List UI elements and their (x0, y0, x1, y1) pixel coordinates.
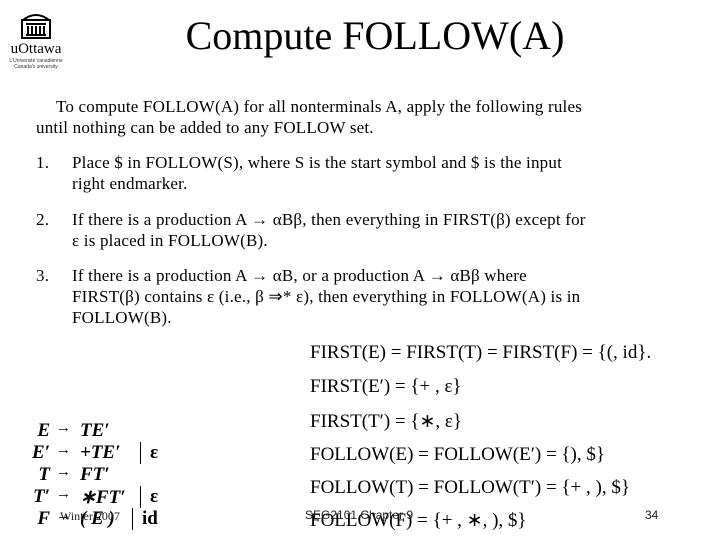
set-equation: FOLLOW(T) = FOLLOW(T′) = {+ , ), $} (310, 477, 630, 498)
rule-number: 3. (36, 266, 50, 285)
arrow-icon: → (56, 442, 71, 458)
production-rhs: TE′ (80, 420, 110, 441)
production-rhs: +TE′ (80, 442, 121, 463)
slide-title: Compute FOLLOW(A) (185, 13, 565, 58)
production-alt: id (142, 508, 158, 529)
rule-line: right endmarker. (72, 174, 188, 193)
arrow-icon: → (56, 420, 71, 436)
production-alt: ε (150, 486, 159, 507)
alternation-bar (140, 442, 141, 464)
production-lhs: F (37, 508, 50, 529)
production-lhs: T′ (33, 486, 50, 507)
rule-line: If there is a production A → αBβ, then e… (72, 210, 586, 229)
production-lhs: E′ (31, 442, 50, 463)
production-rhs: ∗FT′ (80, 487, 126, 508)
intro-paragraph: To compute FOLLOW(A) for all nonterminal… (36, 96, 716, 138)
set-equation: FIRST(E′) = {+ , ε} (310, 376, 462, 397)
intro-line-1: To compute FOLLOW(A) for all nonterminal… (56, 97, 583, 116)
intro-line-2: until nothing can be added to any FOLLOW… (36, 118, 374, 137)
production-alt: ε (150, 442, 159, 463)
set-equation: FIRST(E) = FIRST(T) = FIRST(F) = {(, id}… (310, 342, 652, 363)
rule-line: Place $ in FOLLOW(S), where S is the sta… (72, 153, 563, 172)
alternation-bar (140, 486, 141, 508)
production-lhs: T (38, 464, 50, 485)
rule-line: FIRST(β) contains ε (i.e., β ⇒* ε), then… (72, 287, 581, 306)
rule-line: FOLLOW(B). (72, 308, 172, 327)
production-rhs: FT′ (80, 464, 110, 485)
set-equation: FIRST(T′) = {∗, ε} (310, 411, 463, 432)
page-number: 34 (645, 508, 659, 522)
logo-tagline-2: Canada's university (14, 64, 58, 70)
rule-line: If there is a production A → αB, or a pr… (72, 266, 527, 285)
rule-line: ε is placed in FOLLOW(B). (72, 231, 268, 250)
footer-course: SEG2101 Chapter 9 (305, 508, 414, 522)
rule-number: 1. (36, 153, 50, 172)
rule-number: 2. (36, 210, 50, 229)
arrow-icon: → (56, 464, 71, 480)
production-lhs: E (37, 420, 50, 441)
arrow-icon: → (56, 486, 71, 502)
footer-date: Winter 2007 (60, 509, 120, 523)
alternation-bar (132, 508, 133, 530)
set-equation: FOLLOW(E) = FOLLOW(E′) = {), $} (310, 444, 605, 465)
